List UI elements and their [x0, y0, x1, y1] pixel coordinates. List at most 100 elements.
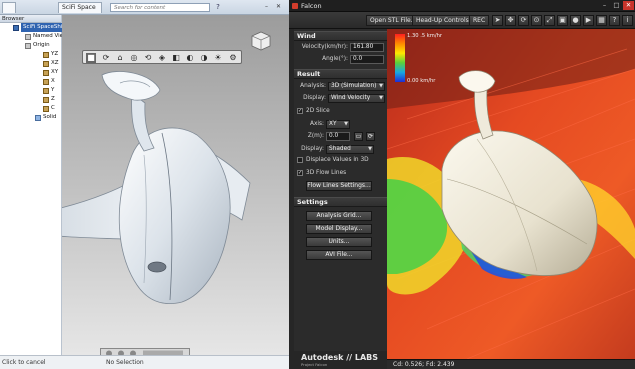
tree-item-named-views[interactable]: Named Views	[0, 32, 70, 41]
camera-icon[interactable]: ▣	[557, 15, 568, 26]
selection-status: No Selection	[106, 359, 144, 366]
minimize-button[interactable]: –	[599, 1, 610, 10]
axis-select[interactable]: XY ▼	[326, 120, 350, 129]
viewcube-icon[interactable]	[250, 30, 272, 52]
tree-item-solid[interactable]: Solid	[0, 113, 61, 122]
units-button[interactable]: Units...	[306, 237, 372, 247]
brand-subtitle: Project Falcon	[301, 362, 328, 367]
velocity-label: Velocity(km/hr):	[301, 44, 348, 50]
pan-icon[interactable]: ⟳	[101, 53, 111, 63]
avi-file-button[interactable]: AVI File...	[306, 250, 372, 260]
refresh-icon[interactable]: ⟳	[366, 132, 375, 141]
tree-item-origin[interactable]: Origin	[0, 41, 61, 50]
control-panel: Wind Velocity(km/hr): 161.80 Angle(°): 0…	[294, 29, 387, 351]
folder-icon	[25, 33, 31, 40]
legend-max-label: 1.30 .5 km/hr	[407, 33, 443, 39]
record-icon[interactable]: ●	[570, 15, 581, 26]
model-browser: Browser SciFi SpaceShip - Bi Named Views…	[0, 15, 79, 355]
plane-icon	[43, 60, 49, 67]
navigation-bar[interactable]	[100, 348, 190, 355]
velocity-input[interactable]: 161.80	[350, 43, 384, 52]
orbit-icon[interactable]: ⟲	[143, 53, 153, 63]
zoom-icon[interactable]: ⊙	[531, 15, 542, 26]
help-icon[interactable]: ?	[609, 15, 620, 26]
visual-style-icon[interactable]: ◑	[199, 53, 209, 63]
title-bar: SciFi Space Search for content ? – ✕	[0, 0, 289, 15]
settings-icon[interactable]: ⚙	[228, 53, 238, 63]
displace-label: Displace Values in 3D	[306, 157, 369, 163]
light-icon[interactable]: ☀	[213, 53, 223, 63]
results-status-bar: Cd: 0.526; Fd: 2.439	[387, 359, 635, 369]
maximize-button[interactable]: □	[611, 1, 622, 10]
flowlines-checkbox[interactable]: ✓	[297, 170, 303, 176]
pan-icon[interactable]: ✥	[505, 15, 516, 26]
info-icon[interactable]: i	[622, 15, 633, 26]
slice-step-icon[interactable]: ▭	[354, 132, 363, 141]
rec-button[interactable]: REC	[469, 15, 490, 26]
help-icon[interactable]: ?	[213, 3, 223, 12]
analysis-label: Analysis:	[300, 83, 326, 89]
home-view-icon[interactable]: ⌂	[115, 53, 125, 63]
inventor-window: SciFi Space Search for content ? – ✕ Bro…	[0, 0, 289, 369]
head-up-controls-button[interactable]: Head-Up Controls	[412, 15, 473, 26]
part-icon	[13, 24, 19, 31]
document-tab[interactable]: SciFi Space	[58, 2, 102, 13]
view-toolbar: ■ ⟳ ⌂ ◎ ⟲ ◈ ◧ ◐ ◑ ☀ ⚙	[82, 50, 242, 64]
look-at-icon[interactable]: ◈	[157, 53, 167, 63]
search-input[interactable]: Search for content	[110, 3, 210, 12]
fit-view-icon[interactable]: ⤢	[544, 15, 555, 26]
angle-input[interactable]: 0.0	[350, 55, 384, 64]
result-section-heading: Result	[294, 69, 387, 79]
displace-checkbox[interactable]	[297, 157, 303, 163]
shading-icon[interactable]: ◐	[185, 53, 195, 63]
z-input[interactable]: 0.0	[326, 132, 350, 141]
analysis-select[interactable]: 3D (Simulation) ▼	[328, 82, 385, 91]
analysis-grid-button[interactable]: Analysis Grid...	[306, 211, 372, 221]
model-display-button[interactable]: Model Display...	[306, 224, 372, 234]
zoom-icon[interactable]: ◎	[129, 53, 139, 63]
tree-item-document[interactable]: SciFi SpaceShip - Bi	[0, 23, 79, 32]
tree-item-axis-x[interactable]: X	[0, 77, 61, 86]
status-prompt: Click to cancel	[2, 359, 46, 366]
cube-icon[interactable]: ■	[86, 53, 96, 63]
slice-label: 2D Slice	[306, 108, 330, 114]
spaceship-model	[62, 71, 251, 304]
settings-section-heading: Settings	[294, 197, 387, 207]
tree-item-plane-yz[interactable]: YZ	[0, 50, 61, 59]
legend-min-label: 0.00 km/hr	[407, 78, 436, 84]
slice-checkbox[interactable]: ✓	[297, 108, 303, 114]
tree-item-plane-xy[interactable]: XY	[0, 68, 61, 77]
drag-coefficient-readout: Cd: 0.526; Fd: 2.439	[393, 361, 455, 368]
wind-section-heading: Wind	[294, 31, 387, 41]
point-icon	[43, 105, 49, 112]
tree-item-axis-z[interactable]: Z	[0, 95, 61, 104]
flow-lines-settings-button[interactable]: Flow Lines Settings...	[306, 181, 372, 191]
tree-item-center-point[interactable]: C	[0, 104, 61, 113]
tree-item-axis-y[interactable]: Y	[0, 86, 61, 95]
play-icon[interactable]: ▶	[583, 15, 594, 26]
select-arrow-icon[interactable]: ➤	[492, 15, 503, 26]
display-select[interactable]: Wind Velocity ▼	[328, 94, 385, 103]
display-value: Wind Velocity	[331, 95, 371, 101]
orbit-icon[interactable]: ⟳	[518, 15, 529, 26]
cad-viewport[interactable]: ■ ⟳ ⌂ ◎ ⟲ ◈ ◧ ◐ ◑ ☀ ⚙	[62, 15, 289, 355]
axis-label: Axis:	[310, 121, 324, 127]
simulation-viewport[interactable]: 1.30 .5 km/hr 0.00 km/hr	[387, 29, 635, 359]
grid-icon[interactable]: ▦	[596, 15, 607, 26]
chevron-down-icon: ▼	[379, 95, 383, 101]
file-tab[interactable]	[2, 2, 16, 13]
display-label: Display:	[303, 95, 326, 101]
browser-title: Browser	[0, 15, 61, 23]
tree-item-plane-xz[interactable]: XZ	[0, 59, 61, 68]
display2-label: Display:	[301, 146, 324, 152]
axis-value: XY	[329, 121, 337, 127]
display2-select[interactable]: Shaded ▼	[326, 145, 374, 154]
plane-icon	[43, 69, 49, 76]
display2-value: Shaded	[329, 146, 351, 152]
minimize-button[interactable]: –	[262, 3, 271, 11]
close-button[interactable]: ✕	[274, 3, 283, 11]
solid-body-icon	[35, 114, 41, 121]
close-button[interactable]: ✕	[623, 1, 634, 10]
section-icon[interactable]: ◧	[171, 53, 181, 63]
main-toolbar: Open STL File... Head-Up Controls REC ➤ …	[289, 12, 635, 29]
